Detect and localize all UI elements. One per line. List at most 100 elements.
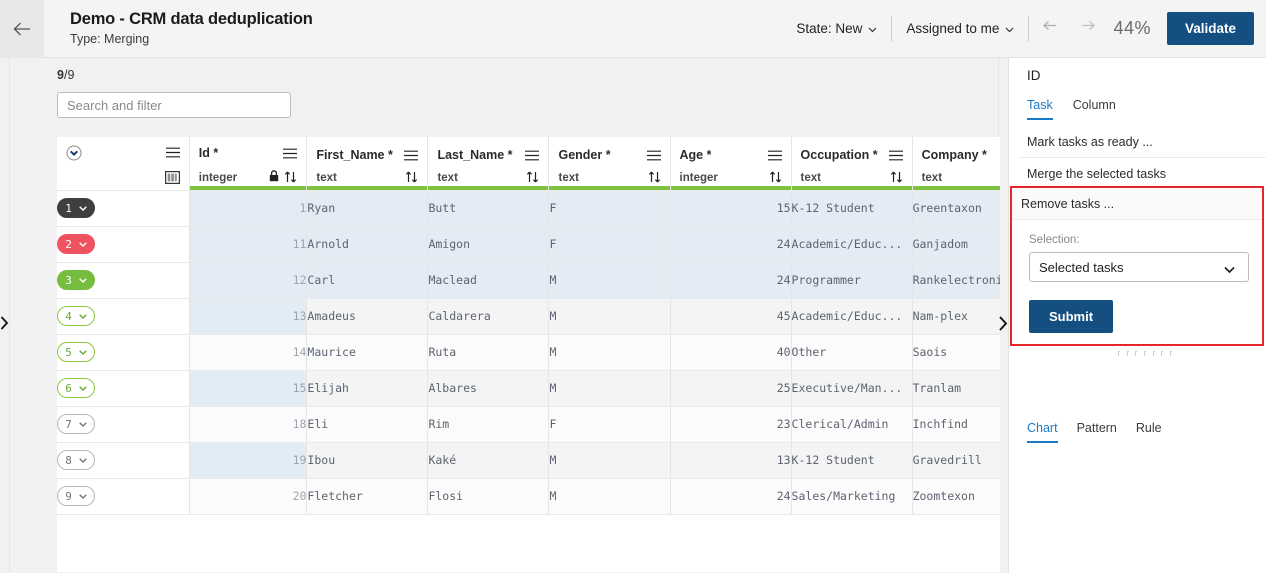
- cell-age[interactable]: 23: [670, 406, 792, 443]
- cell-age[interactable]: 45: [670, 298, 792, 335]
- cell-last-name[interactable]: Caldarera: [427, 298, 550, 335]
- sort-icon[interactable]: [526, 171, 539, 186]
- cell-gender[interactable]: F: [548, 190, 671, 227]
- table-row[interactable]: 3 12 Carl Maclead M 24 Programmer Rankelectroni…: [57, 262, 1000, 299]
- redo-arrow-icon[interactable]: [1076, 20, 1096, 38]
- cell-gender[interactable]: F: [548, 226, 671, 263]
- cell-company[interactable]: Gravedrill: [912, 442, 1000, 479]
- row-badge[interactable]: 3: [57, 270, 95, 290]
- row-badge[interactable]: 9: [57, 486, 95, 506]
- hamburger-menu-icon[interactable]: [165, 145, 180, 163]
- cell-company[interactable]: Nam-plex: [912, 298, 1000, 335]
- cell-occupation[interactable]: Clerical/Admin: [791, 406, 913, 443]
- table-row[interactable]: 718EliRimF23Clerical/AdminInchfind322 N: [57, 406, 1000, 443]
- cell-age[interactable]: 24: [670, 478, 792, 515]
- cell-occupation[interactable]: Academic/Educ...: [791, 298, 913, 335]
- cell-age[interactable]: 24: [670, 262, 792, 299]
- sort-icon[interactable]: [284, 171, 297, 186]
- tab-rule[interactable]: Rule: [1136, 421, 1162, 443]
- cell-id[interactable]: 20: [189, 478, 308, 515]
- cell-gender[interactable]: M: [548, 334, 671, 371]
- table-row[interactable]: 514MauriceRutaM40OtherSaois98 Co: [57, 334, 1000, 371]
- back-button[interactable]: [0, 0, 44, 58]
- cell-gender[interactable]: M: [548, 478, 671, 515]
- cell-occupation[interactable]: K-12 Student: [791, 442, 913, 479]
- tab-chart[interactable]: Chart: [1027, 421, 1058, 443]
- right-panel-collapse-chevron-right-icon[interactable]: [998, 316, 1008, 336]
- table-header-gender[interactable]: Gender * text: [548, 137, 671, 191]
- row-badge[interactable]: 1: [57, 198, 95, 218]
- cell-company[interactable]: Rankelectronics: [912, 262, 1000, 299]
- cell-gender[interactable]: M: [548, 442, 671, 479]
- table-header-occupation[interactable]: Occupation * text: [791, 137, 913, 191]
- cell-id[interactable]: 14: [189, 334, 308, 371]
- cell-first-name[interactable]: Ryan: [306, 190, 429, 227]
- tab-column[interactable]: Column: [1073, 98, 1116, 120]
- cell-id[interactable]: 18: [189, 406, 308, 443]
- tab-task[interactable]: Task: [1027, 98, 1053, 120]
- cell-age[interactable]: 40: [670, 334, 792, 371]
- selection-select[interactable]: Selected tasks: [1029, 252, 1249, 282]
- cell-id[interactable]: 11: [189, 226, 308, 263]
- hamburger-menu-icon[interactable]: [525, 148, 540, 166]
- validate-button[interactable]: Validate: [1166, 12, 1254, 45]
- cell-company[interactable]: Inchfind: [912, 406, 1000, 443]
- cell-first-name[interactable]: Carl: [306, 262, 429, 299]
- table-header-last-name[interactable]: Last_Name * text: [427, 137, 550, 191]
- sort-icon[interactable]: [769, 171, 782, 186]
- table-row[interactable]: 2 11 Arnold Amigon F 24 Academic/Educ... Ganjad…: [57, 226, 1000, 263]
- cell-first-name[interactable]: Maurice: [306, 334, 429, 371]
- cell-occupation[interactable]: Academic/Educ...: [791, 226, 913, 263]
- cell-company[interactable]: Greentaxon: [912, 190, 1000, 227]
- cell-first-name[interactable]: Elijah: [306, 370, 429, 407]
- assignee-dropdown[interactable]: Assigned to me: [892, 21, 1028, 36]
- left-panel-expand-chevron-right-icon[interactable]: [0, 316, 9, 335]
- cell-id[interactable]: 15: [189, 370, 308, 407]
- table-row[interactable]: 6 15 Elijah Albares M 25 Executive/Man... Tranl…: [57, 370, 1000, 407]
- row-badge[interactable]: 4: [57, 306, 95, 326]
- cell-id[interactable]: 1: [189, 190, 308, 227]
- hamburger-menu-icon[interactable]: [767, 148, 782, 166]
- cell-company[interactable]: Zoomtexon: [912, 478, 1000, 515]
- cell-gender[interactable]: M: [548, 298, 671, 335]
- hamburger-menu-icon[interactable]: [646, 148, 661, 166]
- cell-occupation[interactable]: Sales/Marketing: [791, 478, 913, 515]
- task-item-mark-ready[interactable]: Mark tasks as ready ...: [1018, 126, 1266, 158]
- cell-id[interactable]: 13: [189, 298, 308, 335]
- row-badge[interactable]: 5: [57, 342, 95, 362]
- cell-first-name[interactable]: Arnold: [306, 226, 429, 263]
- cell-occupation[interactable]: Programmer: [791, 262, 913, 299]
- undo-arrow-icon[interactable]: [1043, 20, 1062, 38]
- cell-last-name[interactable]: Albares: [427, 370, 550, 407]
- cell-first-name[interactable]: Eli: [306, 406, 429, 443]
- table-row[interactable]: 11RyanButtF15K-12 StudentGreentaxon6649: [57, 190, 1000, 227]
- cell-last-name[interactable]: Kaké: [427, 442, 550, 479]
- circle-chevron-down-icon[interactable]: [66, 145, 82, 166]
- cell-id[interactable]: 19: [189, 442, 308, 479]
- hamburger-menu-icon[interactable]: [404, 148, 419, 166]
- columns-icon[interactable]: [164, 170, 180, 189]
- cell-id[interactable]: 12: [189, 262, 308, 299]
- cell-age[interactable]: 13: [670, 442, 792, 479]
- table-header-id[interactable]: Id * integer: [189, 137, 308, 191]
- cell-last-name[interactable]: Flosi: [427, 478, 550, 515]
- table-header-company[interactable]: Company * text: [912, 137, 1000, 191]
- sort-icon[interactable]: [648, 171, 661, 186]
- cell-occupation[interactable]: Executive/Man...: [791, 370, 913, 407]
- sort-icon[interactable]: [405, 171, 418, 186]
- cell-company[interactable]: Ganjadom: [912, 226, 1000, 263]
- cell-company[interactable]: Tranlam: [912, 370, 1000, 407]
- cell-first-name[interactable]: Ibou: [306, 442, 429, 479]
- cell-gender[interactable]: F: [548, 406, 671, 443]
- hamburger-menu-icon[interactable]: [283, 146, 298, 164]
- cell-last-name[interactable]: Amigon: [427, 226, 550, 263]
- cell-last-name[interactable]: Maclead: [427, 262, 550, 299]
- modal-header-remove-tasks[interactable]: Remove tasks ...: [1012, 188, 1262, 220]
- cell-age[interactable]: 15: [670, 190, 792, 227]
- table-row[interactable]: 9 20 Fletcher Flosi M 24 Sales/Marketing Zoomte…: [57, 478, 1000, 515]
- row-badge[interactable]: 8: [57, 450, 95, 470]
- cell-age[interactable]: 24: [670, 226, 792, 263]
- panel-resize-grip[interactable]: [1118, 350, 1172, 356]
- cell-last-name[interactable]: Butt: [427, 190, 550, 227]
- cell-occupation[interactable]: Other: [791, 334, 913, 371]
